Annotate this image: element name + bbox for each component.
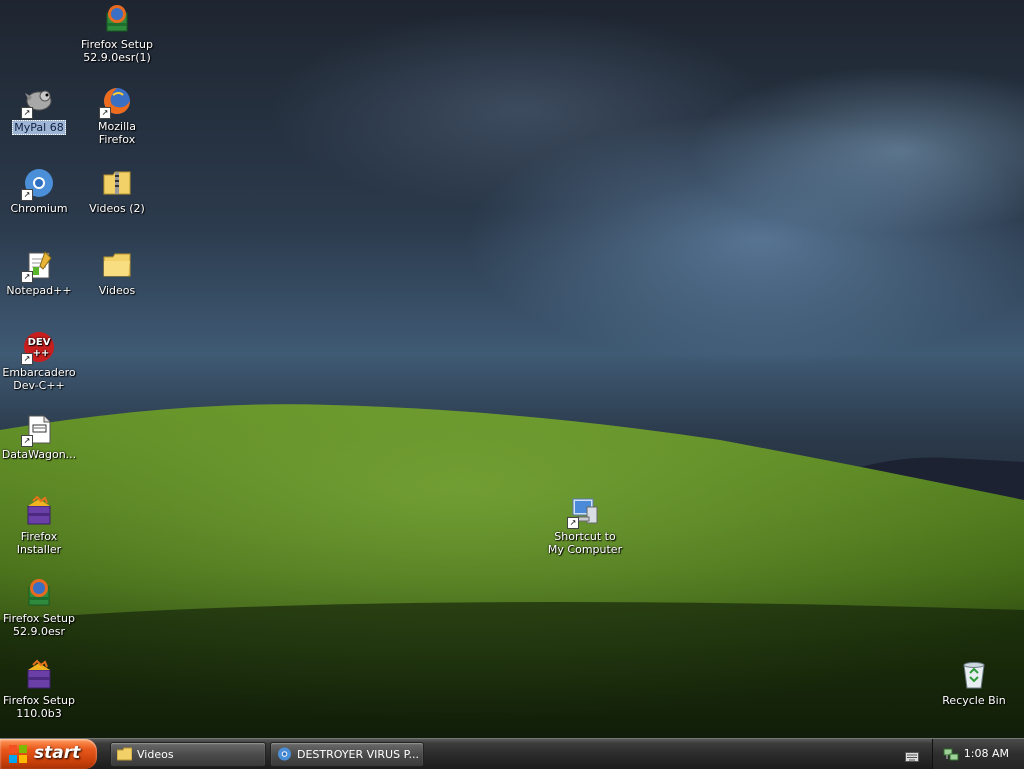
desktop-icon-videos[interactable]: Videos <box>78 249 156 297</box>
system-tray: 1:08 AM <box>932 739 1024 769</box>
zip-folder-icon <box>101 167 133 199</box>
shortcut-arrow-icon: ↗ <box>21 271 33 283</box>
desktop-icon-embarcadero-dev-cpp[interactable]: DEV ++ ↗ Embarcadero Dev-C++ <box>0 331 78 392</box>
desktop-icon-videos-2[interactable]: Videos (2) <box>78 167 156 215</box>
shortcut-arrow-icon: ↗ <box>567 517 579 529</box>
notepad-plus-plus-icon: ↗ <box>21 249 55 283</box>
keyboard-icon[interactable] <box>905 748 919 762</box>
desktop-icon-firefox-setup-52-9-0esr-1[interactable]: Firefox Setup 52.9.0esr(1) <box>78 3 156 64</box>
shortcut-arrow-icon: ↗ <box>21 107 33 119</box>
desktop-icon-firefox-setup-110-0b3[interactable]: Firefox Setup 110.0b3 <box>0 659 78 720</box>
shortcut-arrow-icon: ↗ <box>21 189 33 201</box>
shortcut-arrow-icon: ↗ <box>21 353 33 365</box>
firefox-installer-icon <box>23 659 55 691</box>
firefox-setup-icon <box>23 577 55 609</box>
firefox-icon: ↗ <box>99 85 133 119</box>
taskbar-button-videos[interactable]: Videos <box>110 742 266 767</box>
desktop-icon-recycle-bin[interactable]: Recycle Bin <box>935 659 1013 707</box>
chromium-icon <box>277 747 292 761</box>
windows-logo-icon <box>9 745 27 763</box>
chromium-icon: ↗ <box>21 167 55 201</box>
desktop-icon-datawagon[interactable]: ↗ DataWagon... <box>0 413 78 461</box>
desktop-icon-chromium[interactable]: ↗ Chromium <box>0 167 78 215</box>
folder-icon <box>101 249 133 281</box>
desktop[interactable]: Firefox Setup 52.9.0esr(1) ↗ MyPal 68 ↗ … <box>0 0 1024 738</box>
recycle-bin-icon <box>958 659 990 691</box>
taskbar: start Videos DESTROYER VIRUS P... 1:08 A… <box>0 738 1024 769</box>
svg-text:++: ++ <box>33 348 50 359</box>
taskbar-button-label: Videos <box>137 748 174 761</box>
mypal-icon: ↗ <box>21 85 55 119</box>
dev-cpp-icon: DEV ++ ↗ <box>21 331 55 365</box>
start-label: start <box>34 743 81 763</box>
desktop-icon-firefox-installer[interactable]: Firefox Installer <box>0 495 78 556</box>
folder-icon <box>116 747 133 761</box>
desktop-icon-firefox-setup-52-9-0esr[interactable]: Firefox Setup 52.9.0esr <box>0 577 78 638</box>
network-icon[interactable] <box>943 746 959 762</box>
desktop-icon-mypal-68[interactable]: ↗ MyPal 68 <box>0 85 78 135</box>
taskbar-button-destroyer-virus[interactable]: DESTROYER VIRUS P... <box>270 742 424 767</box>
start-button[interactable]: start <box>0 739 97 769</box>
shortcut-arrow-icon: ↗ <box>99 107 111 119</box>
desktop-icon-mozilla-firefox[interactable]: ↗ Mozilla Firefox <box>78 85 156 146</box>
my-computer-icon: ↗ <box>567 495 601 529</box>
document-icon: ↗ <box>21 413 55 447</box>
desktop-icon-notepad-plus-plus[interactable]: ↗ Notepad++ <box>0 249 78 297</box>
taskbar-button-label: DESTROYER VIRUS P... <box>297 748 419 761</box>
firefox-setup-icon <box>101 3 133 35</box>
svg-text:DEV: DEV <box>28 337 51 348</box>
desktop-icon-shortcut-to-my-computer[interactable]: ↗ Shortcut to My Computer <box>546 495 624 556</box>
clock[interactable]: 1:08 AM <box>964 747 1009 760</box>
shortcut-arrow-icon: ↗ <box>21 435 33 447</box>
firefox-installer-icon <box>23 495 55 527</box>
